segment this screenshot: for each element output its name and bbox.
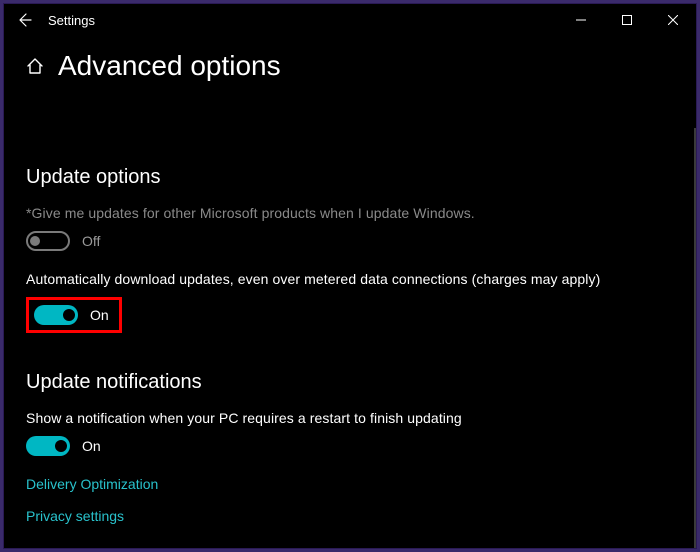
back-button[interactable] [4,12,44,28]
restart-notification-label: Show a notification when your PC require… [26,410,674,426]
toggle-knob [55,440,67,452]
app-title: Settings [44,13,95,28]
close-icon [668,15,678,25]
update-notifications-heading: Update notifications [26,371,674,394]
titlebar: Settings [4,4,696,36]
metered-download-toggle[interactable] [34,305,78,325]
home-button[interactable] [26,57,44,75]
close-button[interactable] [650,4,696,36]
metered-download-state: On [90,307,109,323]
restart-notification-toggle-row: On [26,436,674,456]
toggle-knob [63,309,75,321]
ms-products-updates-state: Off [82,233,100,249]
ms-products-updates-label: *Give me updates for other Microsoft pro… [26,205,674,221]
page-title: Advanced options [58,50,281,82]
arrow-left-icon [16,12,32,28]
toggle-knob [30,236,40,246]
content-area: Advanced options Update options *Give me… [4,36,696,548]
ms-products-updates-toggle[interactable] [26,231,70,251]
restart-notification-toggle[interactable] [26,436,70,456]
restart-notification-state: On [82,438,101,454]
privacy-settings-link[interactable]: Privacy settings [26,508,674,524]
scrollbar[interactable] [694,128,696,548]
update-options-heading: Update options [26,166,674,189]
metered-download-label: Automatically download updates, even ove… [26,271,674,287]
settings-window: Settings Advanced options [3,3,697,549]
ms-products-updates-toggle-row: Off [26,231,674,251]
maximize-button[interactable] [604,4,650,36]
highlight-annotation: On [26,297,122,333]
minimize-icon [576,15,586,25]
home-icon [26,57,44,75]
delivery-optimization-link[interactable]: Delivery Optimization [26,476,674,492]
minimize-button[interactable] [558,4,604,36]
maximize-icon [622,15,632,25]
page-header: Advanced options [26,50,674,82]
